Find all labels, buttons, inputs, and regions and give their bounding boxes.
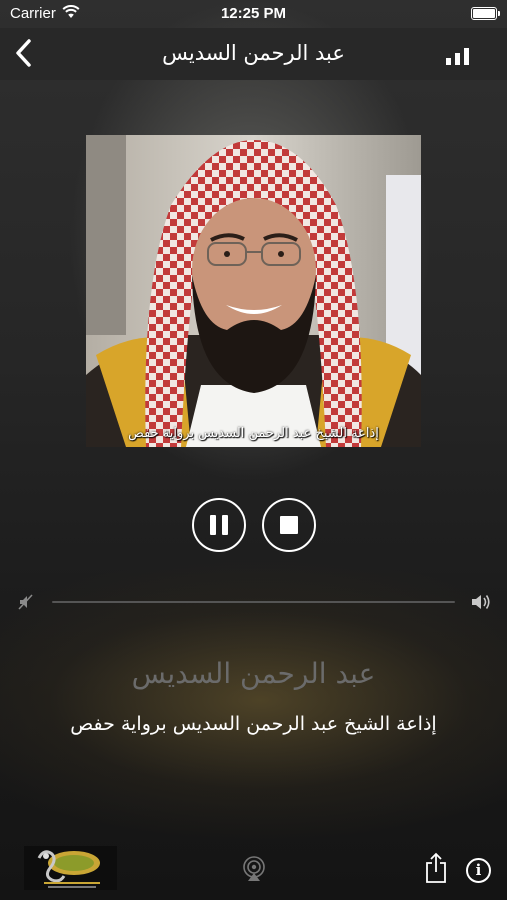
reciter-portrait <box>86 135 421 447</box>
airplay-button[interactable] <box>241 856 267 882</box>
volume-high-icon <box>472 595 490 609</box>
info-button[interactable]: i <box>466 858 491 883</box>
clock: 12:25 PM <box>220 5 287 22</box>
signal-button[interactable] <box>445 46 471 66</box>
station-name: عبد الرحمن السديس <box>131 657 376 690</box>
battery-icon <box>471 7 500 20</box>
signal-bars-icon <box>446 48 469 65</box>
share-icon <box>426 852 446 883</box>
station-description: إذاعة الشيخ عبد الرحمن السديس برواية حفص <box>70 713 437 735</box>
quran-radio-logo <box>24 846 117 890</box>
volume-slider[interactable] <box>52 601 455 603</box>
info-icon: i <box>475 861 482 879</box>
share-button[interactable] <box>424 852 448 884</box>
pause-button[interactable] <box>192 498 246 552</box>
volume-mute-icon <box>18 594 33 610</box>
station-artwork: إذاعة الشيخ عبد الرحمن السديس برواية حفص <box>86 135 421 447</box>
artwork-caption: إذاعة الشيخ عبد الرحمن السديس برواية حفص <box>128 426 379 441</box>
stop-button[interactable] <box>262 498 316 552</box>
airplay-icon <box>243 856 265 881</box>
volume-control <box>0 590 507 614</box>
bottom-toolbar: i <box>0 840 507 900</box>
page-title: عبد الرحمن السديس <box>162 41 345 65</box>
status-bar: Carrier 12:25 PM <box>0 0 507 28</box>
navigation-bar: عبد الرحمن السديس <box>0 28 507 80</box>
stop-icon <box>280 516 298 534</box>
